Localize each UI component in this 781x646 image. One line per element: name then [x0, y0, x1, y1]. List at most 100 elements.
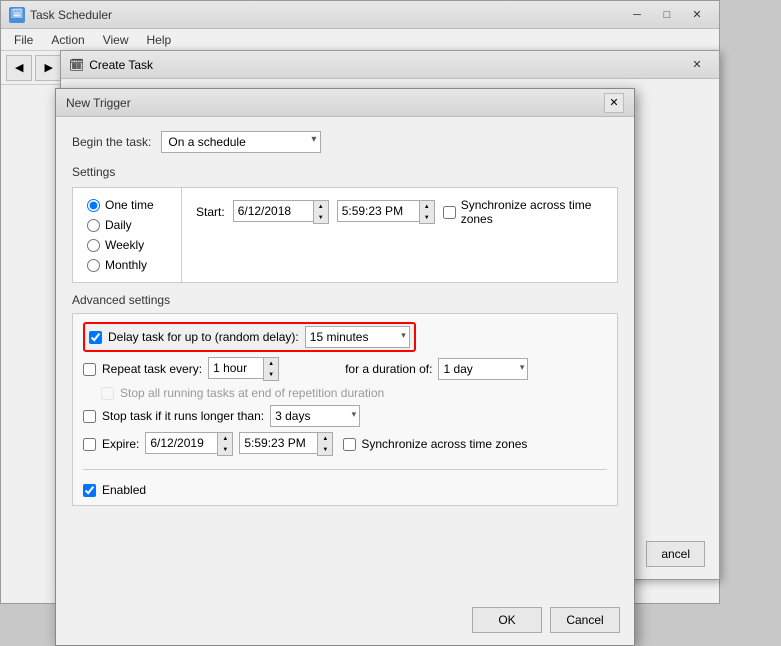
stop-if-runs-dropdown[interactable]: 3 days 1 hour 2 hours — [270, 405, 360, 427]
expire-time-spinners: ▲ ▼ — [317, 432, 333, 456]
expire-sync-label[interactable]: Synchronize across time zones — [343, 437, 527, 451]
time-spin-up[interactable]: ▲ — [420, 201, 434, 212]
ok-button[interactable]: OK — [472, 607, 542, 633]
stop-running-label: Stop all running tasks at end of repetit… — [120, 386, 384, 400]
repeat-value-wrapper: ▲ ▼ — [208, 357, 279, 381]
radio-one-time-input[interactable] — [87, 199, 100, 212]
expire-date-spinners: ▲ ▼ — [217, 432, 233, 456]
minimize-button[interactable]: ─ — [623, 5, 651, 25]
back-arrow-icon: ◀ — [15, 61, 23, 74]
radio-monthly[interactable]: Monthly — [87, 258, 167, 272]
taskscheduler-close-button[interactable]: ✕ — [683, 5, 711, 25]
start-label: Start: — [196, 205, 225, 219]
expire-sync-checkbox[interactable] — [343, 438, 356, 451]
sync-timezones-checkbox-label[interactable]: Synchronize across time zones — [443, 198, 603, 226]
repeat-task-label: Repeat task every: — [102, 362, 202, 376]
dialog-content: Begin the task: On a schedule Settings O… — [56, 117, 634, 520]
duration-wrapper: 1 day Indefinitely — [438, 358, 528, 380]
time-spin-down[interactable]: ▼ — [420, 212, 434, 223]
expire-label: Expire: — [102, 437, 139, 451]
date-spin-down[interactable]: ▼ — [314, 212, 328, 223]
radio-weekly-label: Weekly — [105, 238, 144, 252]
repeat-task-checkbox[interactable] — [83, 363, 96, 376]
enabled-row: Enabled — [83, 483, 607, 497]
repeat-spin-up[interactable]: ▲ — [264, 358, 278, 369]
repeat-spin-down[interactable]: ▼ — [264, 369, 278, 380]
create-task-title: Create Task — [89, 58, 153, 72]
create-task-close-button[interactable]: ✕ — [683, 55, 711, 75]
separator-line — [83, 469, 607, 470]
date-spin-up[interactable]: ▲ — [314, 201, 328, 212]
stop-if-runs-row: Stop task if it runs longer than: 3 days… — [83, 405, 607, 427]
advanced-rows: Delay task for up to (random delay): 15 … — [72, 313, 618, 506]
stop-running-checkbox[interactable] — [101, 387, 114, 400]
radio-weekly[interactable]: Weekly — [87, 238, 167, 252]
menu-help[interactable]: Help — [139, 31, 180, 49]
start-date-input[interactable] — [233, 200, 313, 222]
expire-time-spin-up[interactable]: ▲ — [318, 433, 332, 444]
expire-time-spin-down[interactable]: ▼ — [318, 444, 332, 455]
taskscheduler-titlebar: 🗓 Task Scheduler ─ □ ✕ — [1, 1, 719, 29]
duration-dropdown[interactable]: 1 day Indefinitely — [438, 358, 528, 380]
forward-button[interactable]: ▶ — [35, 55, 61, 81]
menu-action[interactable]: Action — [43, 31, 92, 49]
time-spinners: ▲ ▼ — [419, 200, 435, 224]
repeat-spinners: ▲ ▼ — [263, 357, 279, 381]
begin-task-label: Begin the task: — [72, 135, 151, 149]
stop-running-row: Stop all running tasks at end of repetit… — [101, 386, 607, 400]
settings-label: Settings — [72, 165, 618, 179]
taskscheduler-window-controls: ─ □ ✕ — [623, 5, 711, 25]
begin-task-dropdown[interactable]: On a schedule — [161, 131, 321, 153]
create-task-cancel-button[interactable]: ancel — [646, 541, 705, 567]
enabled-checkbox[interactable] — [83, 484, 96, 497]
dialog-titlebar: New Trigger ✕ — [56, 89, 634, 117]
stop-if-runs-label: Stop task if it runs longer than: — [102, 409, 264, 423]
advanced-label: Advanced settings — [72, 293, 618, 307]
start-time-wrapper: ▲ ▼ — [337, 200, 435, 224]
taskscheduler-title: Task Scheduler — [30, 8, 112, 22]
cancel-button[interactable]: Cancel — [550, 607, 620, 633]
radio-daily[interactable]: Daily — [87, 218, 167, 232]
delay-value-dropdown[interactable]: 15 minutes 30 minutes 1 hour — [305, 326, 410, 348]
expire-time-input[interactable] — [239, 432, 317, 454]
expire-date-input[interactable] — [145, 432, 217, 454]
delay-task-checkbox[interactable] — [89, 331, 102, 344]
menu-file[interactable]: File — [6, 31, 41, 49]
create-task-controls: ✕ — [683, 55, 711, 75]
repeat-task-row: Repeat task every: ▲ ▼ for a duration of… — [83, 357, 607, 381]
expire-date-spin-up[interactable]: ▲ — [218, 433, 232, 444]
menu-view[interactable]: View — [95, 31, 137, 49]
start-row: Start: ▲ ▼ ▲ ▼ — [196, 198, 603, 226]
maximize-button[interactable]: □ — [653, 5, 681, 25]
settings-box: One time Daily Weekly Monthly Start: — [72, 187, 618, 283]
cancel-partial-label: ancel — [661, 547, 690, 561]
forward-arrow-icon: ▶ — [44, 61, 52, 74]
menubar: File Action View Help — [1, 29, 719, 51]
radio-monthly-label: Monthly — [105, 258, 147, 272]
date-spinners: ▲ ▼ — [313, 200, 329, 224]
radio-daily-input[interactable] — [87, 219, 100, 232]
radio-monthly-input[interactable] — [87, 259, 100, 272]
start-time-input[interactable] — [337, 200, 419, 222]
advanced-section: Advanced settings Delay task for up to (… — [72, 293, 618, 506]
expire-date-spin-down[interactable]: ▼ — [218, 444, 232, 455]
radio-group: One time Daily Weekly Monthly — [72, 187, 182, 283]
radio-one-time[interactable]: One time — [87, 198, 167, 212]
delay-task-highlight: Delay task for up to (random delay): 15 … — [83, 322, 416, 352]
back-button[interactable]: ◀ — [6, 55, 32, 81]
stop-if-runs-checkbox[interactable] — [83, 410, 96, 423]
radio-daily-label: Daily — [105, 218, 132, 232]
dialog-close-button[interactable]: ✕ — [604, 93, 624, 113]
expire-checkbox[interactable] — [83, 438, 96, 451]
sync-timezones-checkbox[interactable] — [443, 206, 456, 219]
new-trigger-dialog: New Trigger ✕ Begin the task: On a sched… — [55, 88, 635, 646]
repeat-value-input[interactable] — [208, 357, 263, 379]
expire-row: Expire: ▲ ▼ ▲ ▼ — [83, 432, 607, 456]
delay-task-row: Delay task for up to (random delay): 15 … — [83, 322, 607, 352]
start-area: Start: ▲ ▼ ▲ ▼ — [182, 187, 618, 283]
radio-weekly-input[interactable] — [87, 239, 100, 252]
enabled-label: Enabled — [102, 483, 146, 497]
delay-value-wrapper: 15 minutes 30 minutes 1 hour — [305, 326, 410, 348]
expire-time-wrapper: ▲ ▼ — [239, 432, 333, 456]
delay-task-label: Delay task for up to (random delay): — [108, 330, 299, 344]
